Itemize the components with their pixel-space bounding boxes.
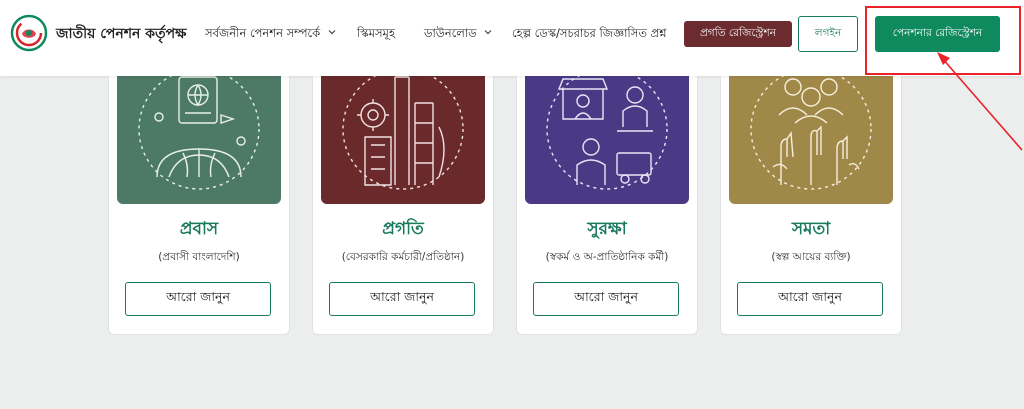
learn-more-button[interactable]: আরো জানুন	[533, 282, 679, 316]
login-button[interactable]: লগইন	[798, 16, 858, 52]
nav-about-pension[interactable]: সর্বজনীন পেনশন সম্পর্কে	[205, 25, 336, 44]
scheme-card-subtitle: (স্বল্প আয়ের ব্যক্তি)	[771, 251, 851, 263]
nav-about-pension-label: সর্বজনীন পেনশন সম্পর্কে	[205, 26, 321, 40]
pension-authority-logo[interactable]	[10, 14, 48, 52]
scheme-card-subtitle: (স্বকর্ম ও অ-প্রাতিষ্ঠানিক কর্মী)	[545, 251, 669, 263]
scheme-card-subtitle: (প্রবাসী বাংলাদেশি)	[158, 251, 240, 263]
nav-help-desk[interactable]: হেল্প ডেস্ক/সচরাচর জিজ্ঞাসিত প্রশ্ন	[512, 25, 666, 44]
nav-schemes[interactable]: স্কিমসমূহ	[357, 25, 395, 44]
brand-name[interactable]: জাতীয় পেনশন কর্তৃপক্ষ	[56, 22, 186, 46]
shop-worker-icon	[525, 57, 689, 204]
globe-passport-icon	[117, 57, 281, 204]
scheme-card-pragati: প্রগতি (বেসরকারি কর্মচারী/প্রতিষ্ঠান) আর…	[312, 56, 494, 335]
scheme-card-image	[729, 57, 893, 204]
scheme-card-surokkha: সুরক্ষা (স্বকর্ম ও অ-প্রাতিষ্ঠানিক কর্মী…	[516, 56, 698, 335]
chevron-down-icon	[484, 30, 492, 35]
scheme-card-image	[525, 57, 689, 204]
nav-schemes-label: স্কিমসমূহ	[357, 26, 395, 40]
factory-icon	[321, 57, 485, 204]
nav-download-label: ডাউনলোড	[424, 26, 477, 40]
scheme-card-image	[321, 57, 485, 204]
scheme-card-title: সুরক্ষা	[587, 219, 627, 239]
nav-download[interactable]: ডাউনলোড	[424, 25, 492, 44]
people-hands-icon	[729, 57, 893, 204]
nav-help-desk-label: হেল্প ডেস্ক/সচরাচর জিজ্ঞাসিত প্রশ্ন	[512, 26, 667, 40]
learn-more-button[interactable]: আরো জানুন	[125, 282, 271, 316]
scheme-card-image	[117, 57, 281, 204]
chevron-down-icon	[328, 30, 336, 35]
scheme-card-probash: প্রবাস (প্রবাসী বাংলাদেশি) আরো জানুন	[108, 56, 290, 335]
scheme-card-title: সমতা	[791, 219, 831, 239]
learn-more-button[interactable]: আরো জানুন	[737, 282, 883, 316]
annotation-highlight-box	[865, 6, 1021, 75]
scheme-card-title: প্রবাস	[179, 219, 219, 239]
scheme-card-title: প্রগতি	[382, 219, 424, 239]
scheme-card-subtitle: (বেসরকারি কর্মচারী/প্রতিষ্ঠান)	[341, 251, 465, 263]
learn-more-button[interactable]: আরো জানুন	[329, 282, 475, 316]
scheme-card-somota: সমতা (স্বল্প আয়ের ব্যক্তি) আরো জানুন	[720, 56, 902, 335]
pragati-registration-button[interactable]: প্রগতি রেজিস্ট্রেশন	[684, 21, 792, 47]
